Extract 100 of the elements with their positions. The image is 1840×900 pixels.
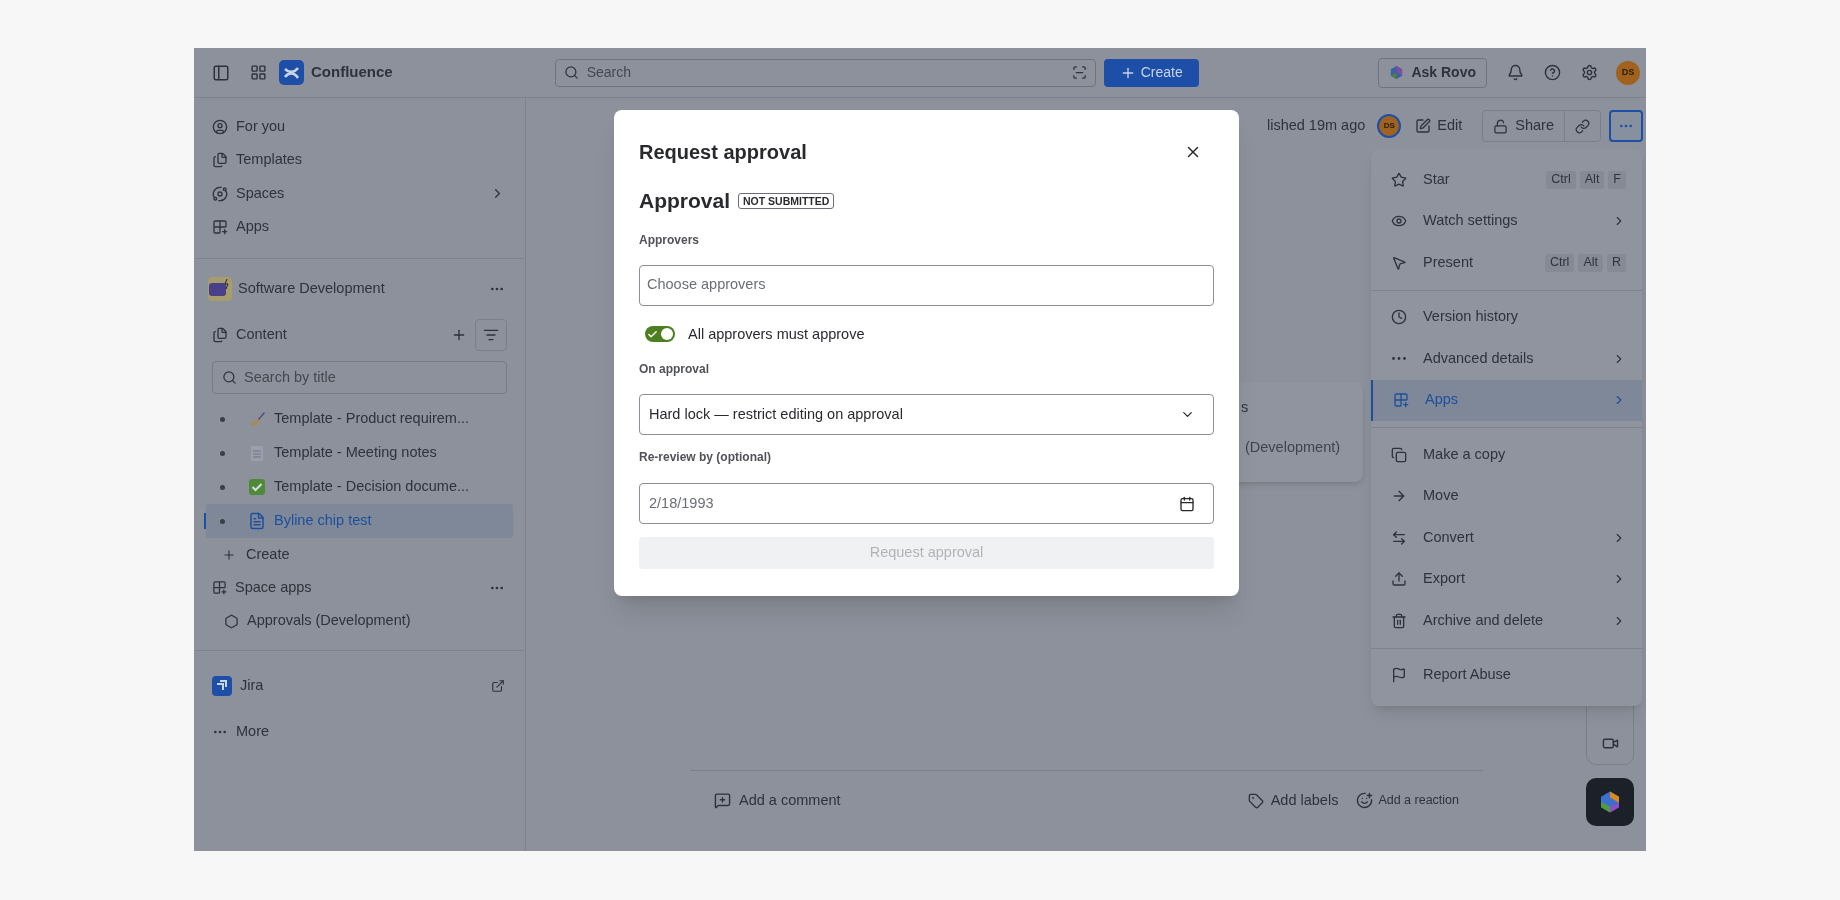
dialog-title: Request approval [639,140,807,165]
menu-item[interactable]: Report Abuse [1371,654,1642,696]
rovo-button[interactable] [1586,778,1634,826]
hexagon-icon [224,613,239,629]
tag-icon [1247,792,1264,809]
more-item[interactable]: More [212,717,507,747]
add-content-icon[interactable] [451,327,467,343]
clock-icon [1391,309,1407,326]
field-label: On approval [639,361,710,379]
swap-icon [1391,529,1407,546]
apps-icon [212,219,228,236]
product-logo-icon[interactable] [279,60,304,85]
filter-icon [483,327,499,343]
planet-icon [212,185,228,202]
search-icon [563,65,579,80]
apps-icon [1393,392,1409,409]
space-app-item[interactable]: Approvals (Development) [212,604,507,638]
plus-icon [222,547,236,562]
date-field[interactable]: 2/18/1993 [639,483,1214,525]
space-apps-heading[interactable]: Space apps [235,576,481,599]
menu-item[interactable]: Present Ctrl Alt R [1371,242,1642,284]
on-approval-select[interactable]: Hard lock — restrict editing on approval [639,394,1214,436]
field-label: Approvers [639,231,701,249]
publish-status: lished 19m ago [1266,116,1366,136]
sidebar-item[interactable]: For you [212,110,507,144]
sidebar-item[interactable]: Apps [212,210,507,244]
help-icon[interactable] [1544,64,1561,81]
page-icon [248,512,266,530]
more-actions-button[interactable] [1609,110,1643,142]
user-icon [212,118,228,135]
menu-item[interactable]: Export [1371,558,1642,600]
shortcut-key: Ctrl [1546,170,1576,189]
edit-button[interactable]: Edit [1415,115,1463,137]
filter-button[interactable] [475,319,507,351]
smiley-icon [1356,792,1374,809]
star-icon [1391,171,1407,188]
more-icon [1392,357,1406,361]
content-heading[interactable]: Content [236,324,443,346]
page-tree-item[interactable]: Template - Decision docume... [206,470,513,504]
popover-item[interactable]: (Development) [1245,437,1341,459]
copy-icon [1391,446,1407,463]
notifications-icon[interactable] [1507,64,1524,81]
app-switcher-icon[interactable] [250,64,267,81]
approval-heading: Approval [639,188,730,214]
author-avatar[interactable]: DS [1377,114,1402,138]
jira-link[interactable]: Jira [240,675,483,697]
shortcut-key: Alt [1578,253,1603,272]
scan-icon[interactable] [1071,65,1087,80]
menu-item[interactable]: Make a copy [1371,434,1642,476]
trash-icon [1391,612,1407,629]
calendar-icon[interactable] [1179,495,1195,512]
menu-item[interactable]: Move [1371,475,1642,517]
ask-rovo-button[interactable]: Ask Rovo [1378,57,1487,88]
shortcut-key: F [1608,170,1626,189]
create-page-item[interactable]: Create [212,538,507,571]
menu-item[interactable]: Advanced details [1371,338,1642,380]
files-icon [212,152,228,169]
add-reaction-button[interactable]: Add a reaction [1356,791,1459,810]
unlock-icon [1493,118,1509,134]
toggle-switch[interactable] [645,326,675,343]
hexagon-logo-icon [1389,65,1405,80]
check-icon [647,328,658,340]
status-badge: NOT SUBMITTED [738,192,835,209]
create-button[interactable]: Create [1103,58,1199,87]
user-avatar[interactable]: DS [1616,60,1640,85]
approvers-field[interactable]: Choose approvers [639,264,1214,306]
page-tree-item[interactable]: Template - Meeting notes [206,436,513,470]
menu-item[interactable]: Convert [1371,517,1642,559]
sidebar-item[interactable]: Spaces [212,177,507,211]
writing-hand-icon [248,410,266,428]
jira-logo-icon [212,676,232,696]
content-icon [212,327,228,343]
page-tree-item[interactable]: Template - Product requirem... [206,402,513,436]
shortcut-key: Alt [1579,170,1605,189]
field-label: Re-review by (optional) [639,449,773,467]
shortcut-key: Ctrl [1544,253,1575,272]
popover-heading: s [1241,398,1249,417]
space-name[interactable]: Software Development [238,278,483,300]
hexagon-logo-icon [1598,790,1622,814]
page-tree-item[interactable]: Byline chip test [206,504,513,538]
sidebar-toggle-icon[interactable] [212,63,230,82]
add-comment-button[interactable]: Add a comment [714,789,841,812]
space-avatar-icon [208,277,232,301]
menu-item[interactable]: Archive and delete [1371,600,1642,642]
add-labels-button[interactable]: Add labels [1247,789,1339,812]
comment-icon [714,792,731,809]
link-icon [1575,118,1590,134]
search-icon [222,370,237,385]
menu-item[interactable]: Apps [1371,379,1642,421]
menu-item[interactable]: Watch settings [1371,200,1642,242]
menu-item[interactable]: Star Ctrl Alt F [1371,159,1642,201]
search-field[interactable]: Search [554,58,1096,87]
title-search-field[interactable]: Search by title [212,361,507,394]
menu-item[interactable]: Version history [1371,296,1642,338]
settings-icon[interactable] [1581,64,1598,81]
external-link-icon[interactable] [491,679,505,693]
checkmark-icon [248,478,266,496]
pencil-icon [1415,118,1432,134]
sidebar-item[interactable]: Templates [212,143,507,177]
product-name: Confluence [311,62,393,83]
